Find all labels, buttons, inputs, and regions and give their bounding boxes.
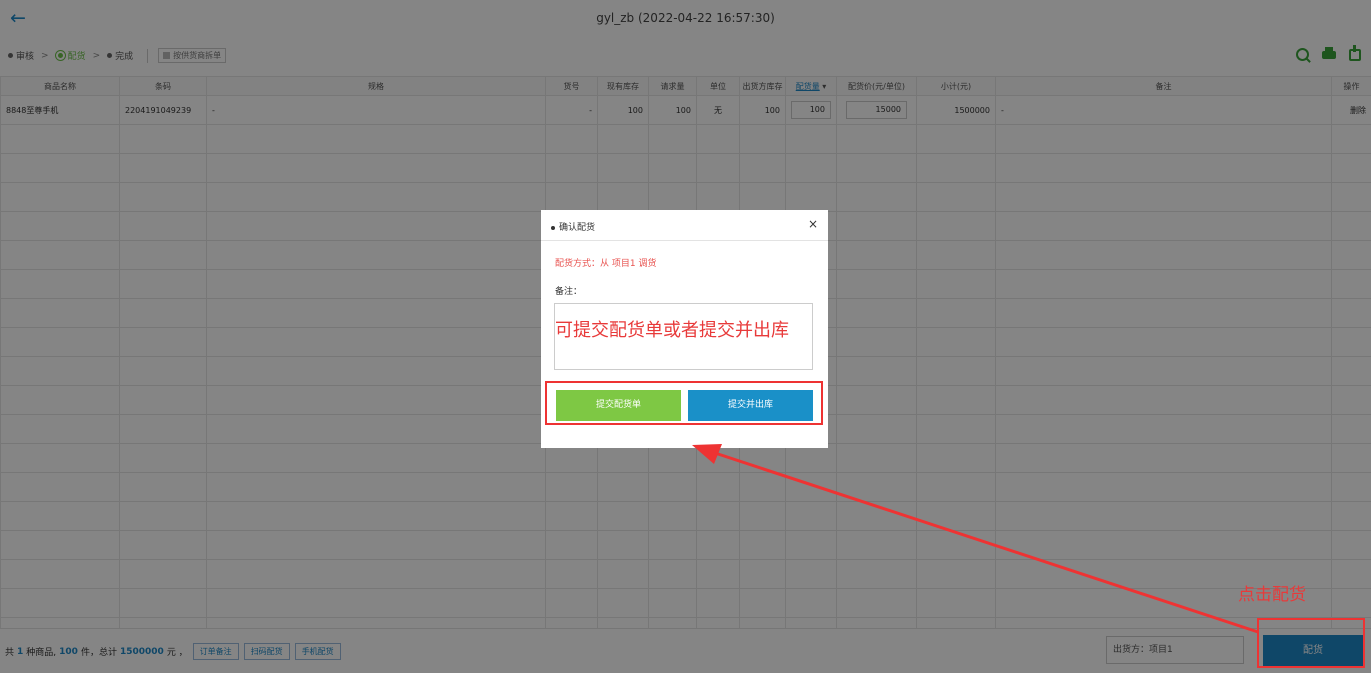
annotation-arrow (0, 0, 1371, 673)
